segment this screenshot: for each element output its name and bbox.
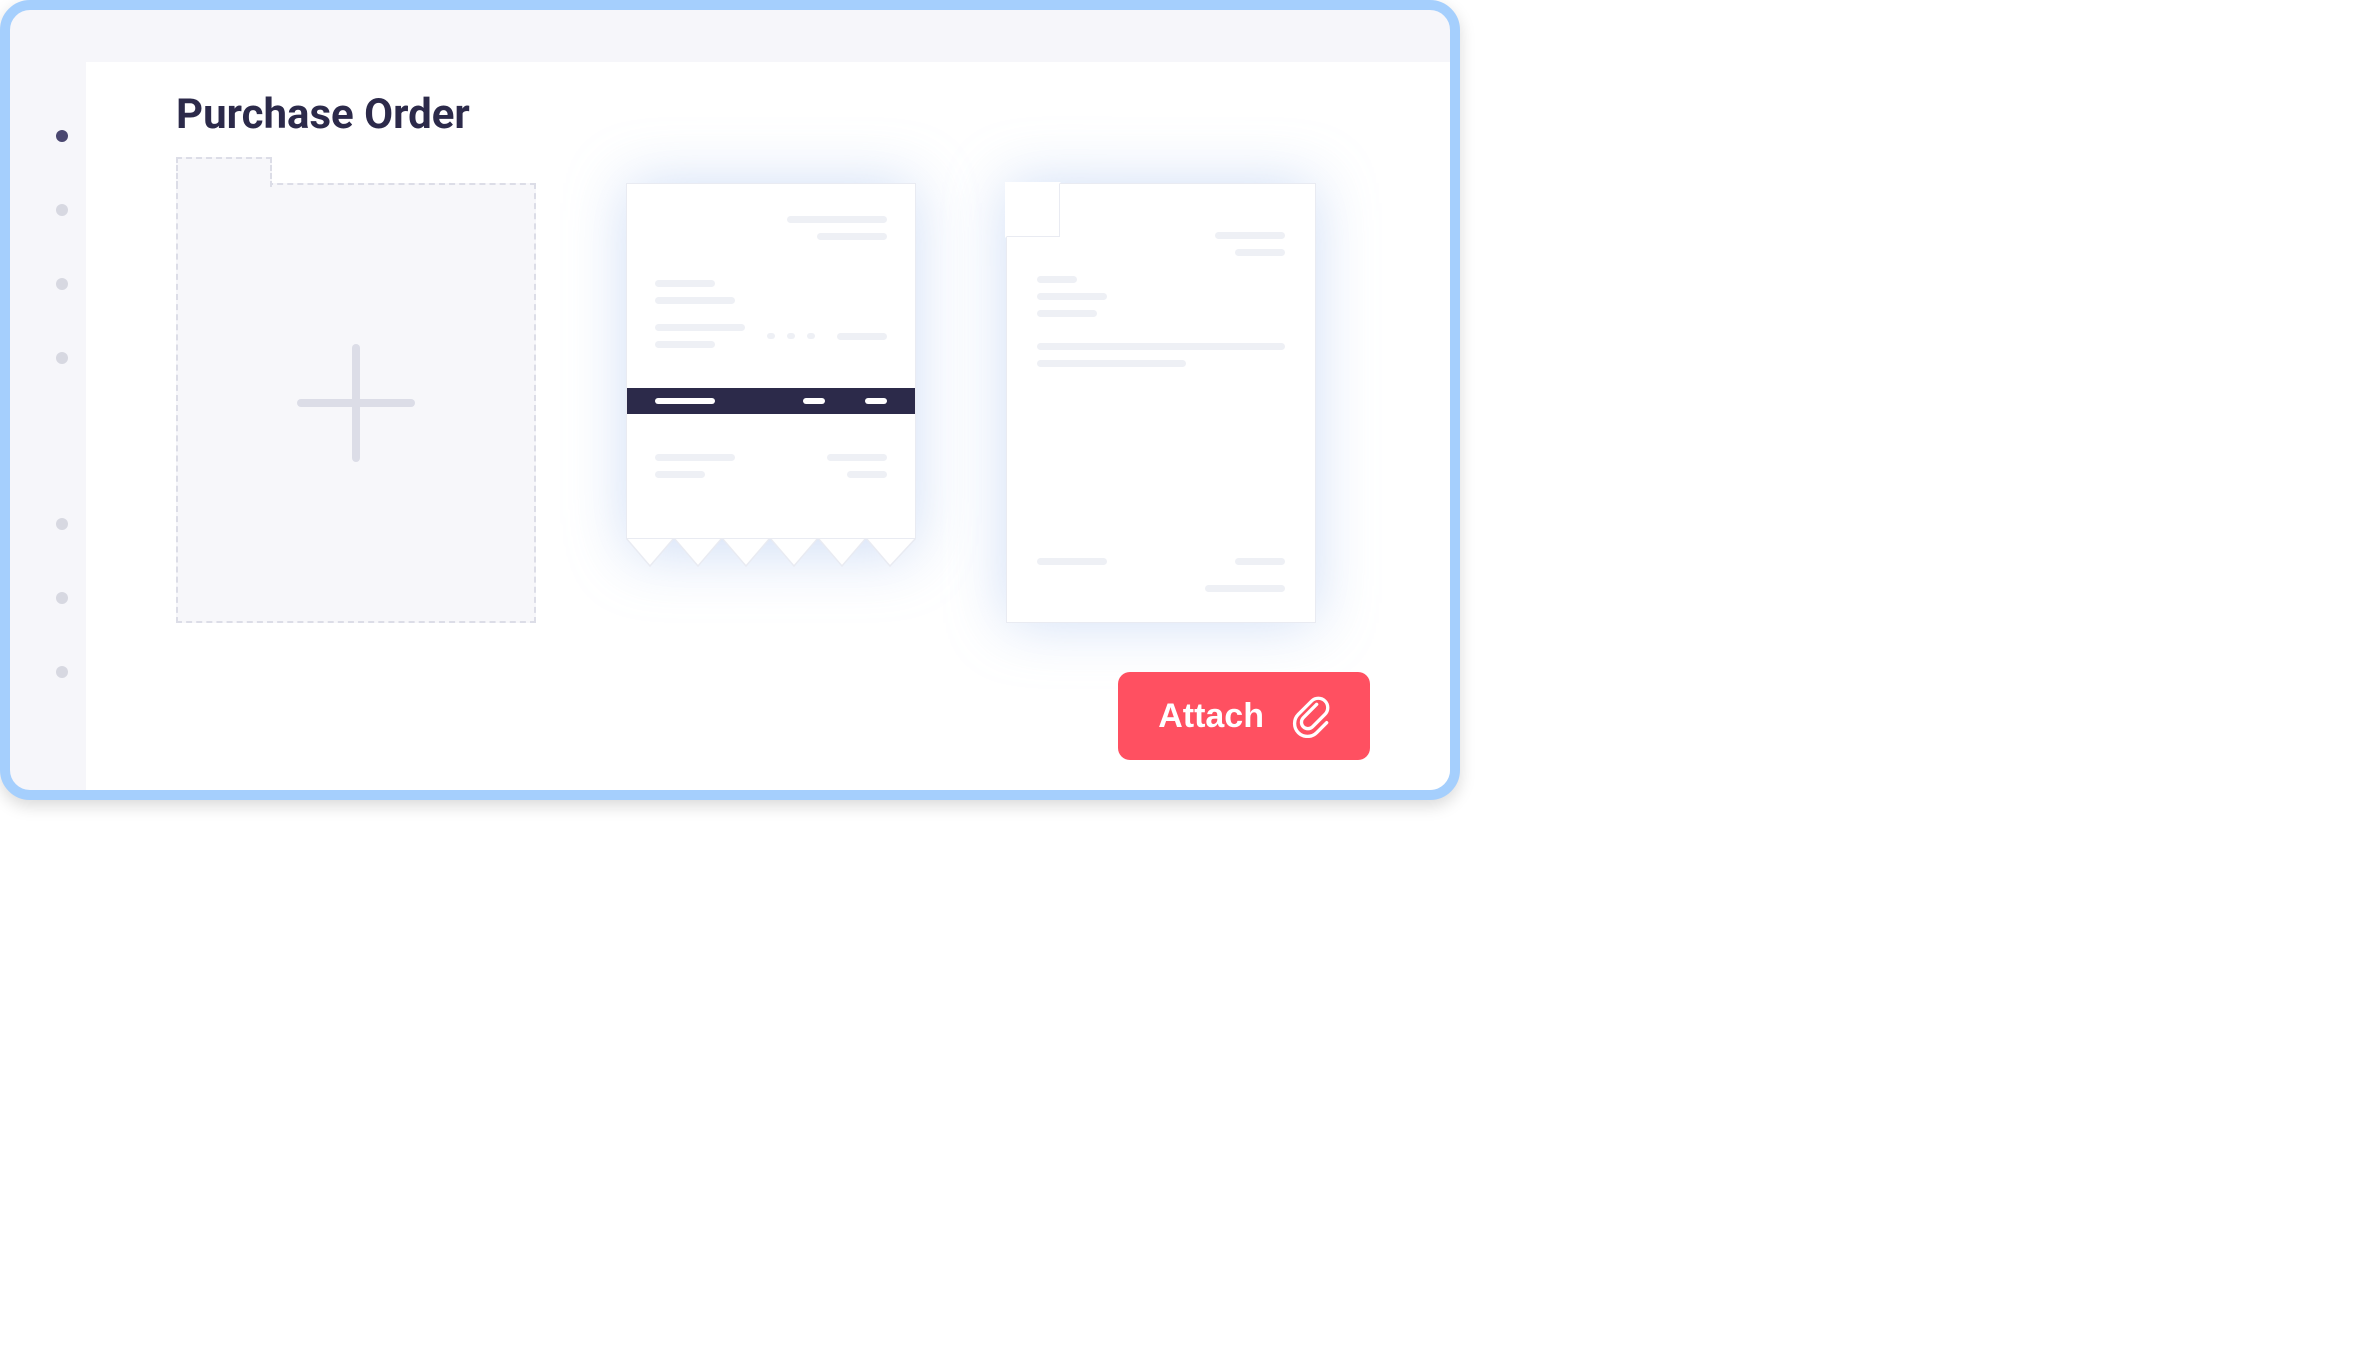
step-dot-1[interactable] xyxy=(56,130,68,142)
document-tiles xyxy=(176,183,1394,623)
step-dot-6[interactable] xyxy=(56,592,68,604)
attach-button[interactable]: Attach xyxy=(1118,672,1370,760)
document-icon xyxy=(1006,183,1316,623)
add-document-tile[interactable] xyxy=(176,183,536,623)
step-dot-4[interactable] xyxy=(56,352,68,364)
page-title: Purchase Order xyxy=(176,90,1394,139)
app-frame: Purchase Order xyxy=(0,0,1460,800)
attach-button-label: Attach xyxy=(1158,697,1264,736)
content-panel: Purchase Order xyxy=(86,62,1450,790)
step-dot-3[interactable] xyxy=(56,278,68,290)
receipt-icon xyxy=(626,183,916,539)
receipt-tile[interactable] xyxy=(626,183,916,572)
step-dot-gap xyxy=(56,426,68,456)
add-document-tab xyxy=(176,157,272,187)
plus-icon xyxy=(291,338,421,468)
step-dots xyxy=(56,130,68,678)
receipt-teeth-icon xyxy=(626,538,916,572)
step-dot-7[interactable] xyxy=(56,666,68,678)
paperclip-icon xyxy=(1290,694,1330,738)
step-dot-5[interactable] xyxy=(56,518,68,530)
document-tile[interactable] xyxy=(1006,183,1316,623)
step-dot-2[interactable] xyxy=(56,204,68,216)
